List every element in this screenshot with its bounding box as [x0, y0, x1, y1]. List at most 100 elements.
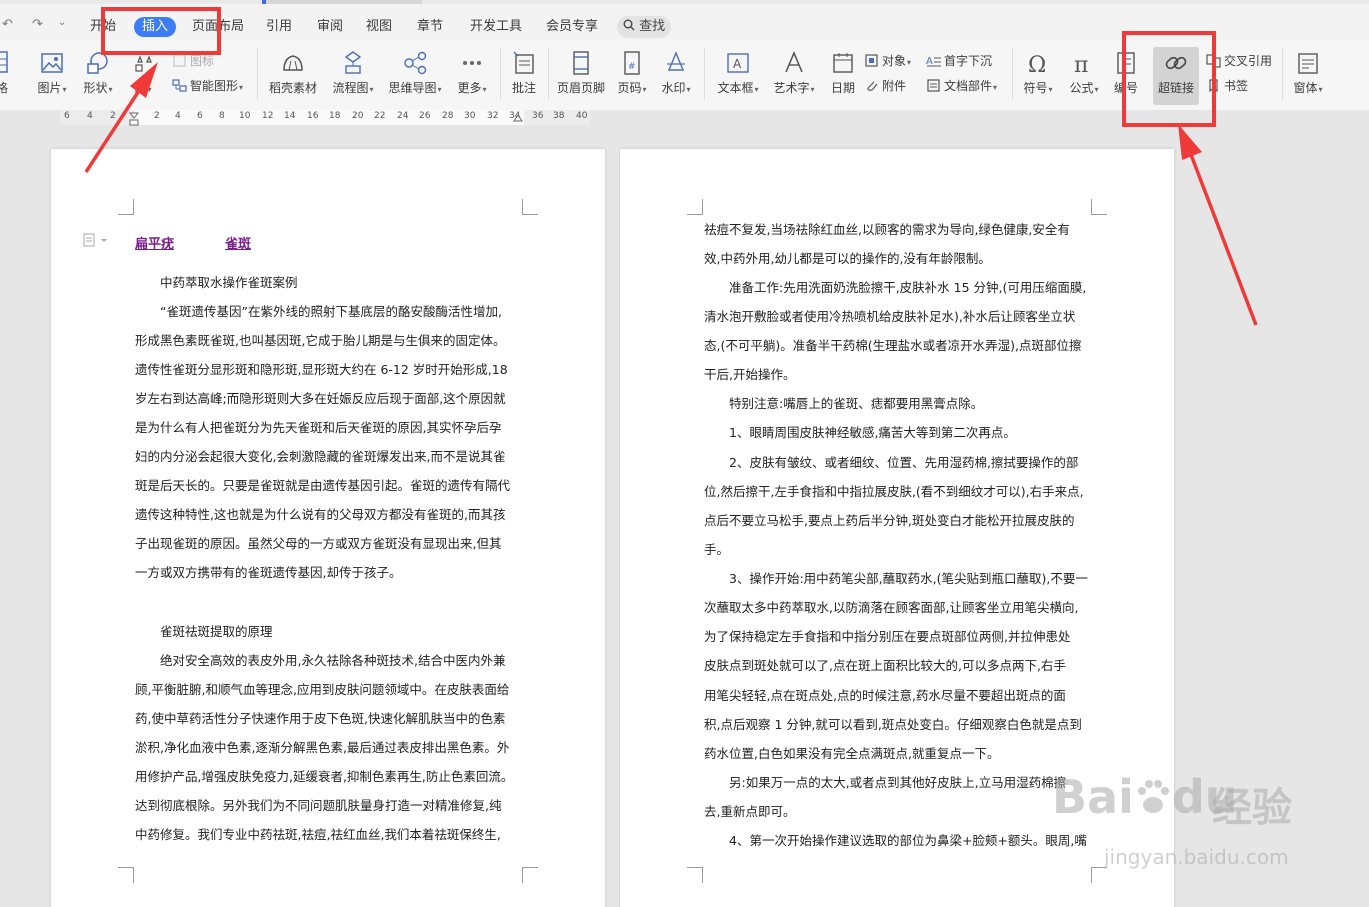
smart-shape-button[interactable]: 智能图形▾ — [172, 77, 243, 95]
text-line: 遗传性雀斑分显形斑和隐形斑,显形斑大约在 6-12 岁时开始形成,18 — [135, 362, 508, 377]
wordart-label: 艺术字▾ — [773, 81, 815, 95]
doc-parts-button[interactable]: 文档部件▾ — [926, 77, 997, 95]
picture-label: 图片▾ — [37, 81, 67, 95]
text-line: 特别注意:嘴唇上的雀斑、痣都要用黑膏点除。 — [729, 396, 984, 411]
comment-label: 批注 — [511, 81, 536, 95]
textbox-label: 文本框▾ — [717, 81, 759, 95]
table-button-partial[interactable]: 格 — [0, 50, 10, 95]
search-button[interactable]: 查找 — [617, 16, 671, 38]
mindmap-label: 思维导图▾ — [388, 81, 442, 95]
header-footer-label: 页眉页脚 — [556, 81, 605, 95]
document-tab[interactable] — [262, 0, 422, 4]
drop-cap-button[interactable]: A 首字下沉 — [926, 52, 992, 70]
chevron-down-icon[interactable]: ⌄ — [58, 17, 66, 28]
text-line: 干后,开始操作。 — [704, 367, 796, 382]
text-line: 淤积,净化血液中色素,逐渐分解黑色素,最后通过表皮排出黑色素。外 — [135, 740, 510, 755]
flowchart-icon — [344, 51, 362, 74]
ribbon-separator — [1282, 48, 1283, 100]
undo-icon[interactable]: ↶ — [2, 17, 13, 32]
smart-shape-icon — [172, 79, 187, 92]
tab-references[interactable]: 引用 — [266, 17, 292, 37]
text-line: 雀斑祛斑提取的原理 — [160, 624, 273, 639]
header-footer-button[interactable]: 页眉页脚 — [554, 50, 608, 95]
crop-mark — [1091, 867, 1107, 883]
flowchart-button[interactable]: 流程图▾ — [328, 50, 378, 97]
wordart-button[interactable]: 艺术字▾ — [768, 50, 820, 97]
crop-mark — [118, 199, 134, 215]
watermark-label: 水印▾ — [661, 81, 691, 95]
document-page-left[interactable]: 扁平疣 雀斑 中药萃取水操作雀斑案例 “雀斑遗传基因”在紫外线的照射下基底层的酪… — [51, 149, 605, 907]
text-line: 用修护产品,增强皮肤免疫力,延缓衰者,抑制色素再生,防止色素回流。 — [135, 769, 514, 784]
chart-label: 图▾ — [134, 81, 152, 95]
text-line: 手。 — [704, 542, 730, 557]
shell-material-button[interactable]: 稻壳素材 — [262, 50, 324, 95]
tab-view[interactable]: 视图 — [366, 17, 392, 37]
svg-text:A: A — [733, 57, 742, 71]
grid-icon — [173, 54, 186, 67]
table-label: 格 — [0, 81, 8, 95]
smart-shape-label: 智能图形 — [190, 79, 239, 93]
text-line: 绝对安全高效的表皮外用,永久祛除各种斑技术,结合中医内外兼 — [160, 653, 506, 668]
indent-marker-icon[interactable] — [129, 112, 139, 126]
text-line: 药水位置,白色如果没有完全点满斑点,就重复点一下。 — [704, 746, 1000, 761]
ribbon-separator — [704, 48, 705, 100]
window-button[interactable]: 窗体▾ — [1288, 50, 1328, 97]
symbol-button[interactable]: Ω 符号▾ — [1018, 50, 1058, 97]
ruler-number: 24 — [397, 111, 409, 121]
tab-developer[interactable]: 开发工具 — [470, 17, 522, 37]
date-label: 日期 — [830, 81, 855, 95]
formula-button[interactable]: π 公式▾ — [1064, 50, 1104, 97]
shape-label: 形状▾ — [83, 81, 113, 95]
object-button[interactable]: 对象▾ — [864, 52, 911, 70]
attachment-label: 附件 — [882, 79, 907, 93]
attachment-button[interactable]: 附件 — [864, 77, 906, 95]
text-line: 为了保持稳定左手食指和中指分别压在要点斑部位两侧,并拉伸患处 — [704, 629, 1071, 644]
redo-icon[interactable]: ↷ — [32, 17, 43, 32]
drop-cap-label: 首字下沉 — [944, 54, 993, 68]
tab-review[interactable]: 审阅 — [317, 17, 343, 37]
header-footer-icon — [573, 51, 589, 75]
text-line: 顾,平衡脏腑,和顺气血等理念,应用到皮肤问题领域中。在皮肤表面给 — [135, 682, 510, 697]
text-line: 达到彻底根除。另外我们为不同问题肌肤量身打造一对精准修复,纯 — [135, 798, 502, 813]
tab-member[interactable]: 会员专享 — [546, 17, 598, 37]
crop-mark — [522, 867, 538, 883]
doc-parts-icon — [927, 79, 940, 92]
svg-text:Ω: Ω — [1028, 53, 1046, 76]
shape-button[interactable]: 形状▾ — [80, 50, 116, 97]
document-tab-strip — [0, 0, 1369, 4]
textbox-button[interactable]: A 文本框▾ — [712, 50, 764, 97]
right-indent-marker-icon[interactable] — [513, 112, 523, 122]
wordart-icon — [785, 50, 803, 73]
picture-button[interactable]: 图片▾ — [34, 50, 70, 97]
text-line: 皮肤点到斑处就可以了,点在斑上面积比较大的,可以多点两下,右手 — [704, 658, 1066, 673]
more-dots-icon — [463, 61, 481, 65]
page-number-button[interactable]: # 页码▾ — [612, 50, 652, 97]
ribbon-separator — [548, 48, 549, 100]
text-line: 祛痘不复发,当场祛除红血丝,以顾客的需求为导向,绿色健康,安全有 — [704, 222, 1070, 237]
shell-material-label: 稻壳素材 — [268, 81, 317, 95]
paperclip-icon — [867, 81, 878, 91]
document-map-icon[interactable] — [83, 233, 111, 247]
icon-library-label: 图标 — [190, 54, 215, 68]
ruler-number: 4 — [87, 111, 93, 121]
annotation-arrow-right-icon — [1178, 124, 1258, 326]
hyperlink-flat-wart[interactable]: 扁平疣 — [135, 233, 174, 252]
tab-chapter[interactable]: 章节 — [417, 17, 443, 37]
ruler-number: 16 — [307, 111, 319, 121]
text-line: 岁左右到达高峰;而隐形斑则大多在妊娠反应后现于面部,这个原因就 — [135, 391, 506, 406]
mindmap-button[interactable]: 思维导图▾ — [384, 50, 446, 97]
ruler-number: 12 — [262, 111, 274, 121]
hyperlink-freckle[interactable]: 雀斑 — [225, 233, 251, 252]
watermark-button[interactable]: 水印▾ — [656, 50, 696, 97]
form-window-icon — [1298, 53, 1318, 74]
more-button[interactable]: 更多▾ — [452, 50, 492, 97]
object-label: 对象 — [882, 54, 907, 68]
chart-button[interactable]: 图▾ — [126, 50, 160, 97]
ribbon-separator — [1012, 48, 1013, 100]
text-line: 药,使中草药活性分子快速作用于皮下色斑,快速化解肌肤当中的色素 — [135, 711, 506, 726]
shell-material-icon — [283, 55, 303, 71]
watermark-icon — [667, 51, 685, 71]
date-button[interactable]: 日期 — [826, 50, 860, 95]
text-line: 中药修复。我们专业中药祛斑,祛痘,祛红血丝,我们本着祛斑保终生, — [135, 827, 501, 842]
comment-button[interactable]: 批注 — [506, 50, 542, 95]
